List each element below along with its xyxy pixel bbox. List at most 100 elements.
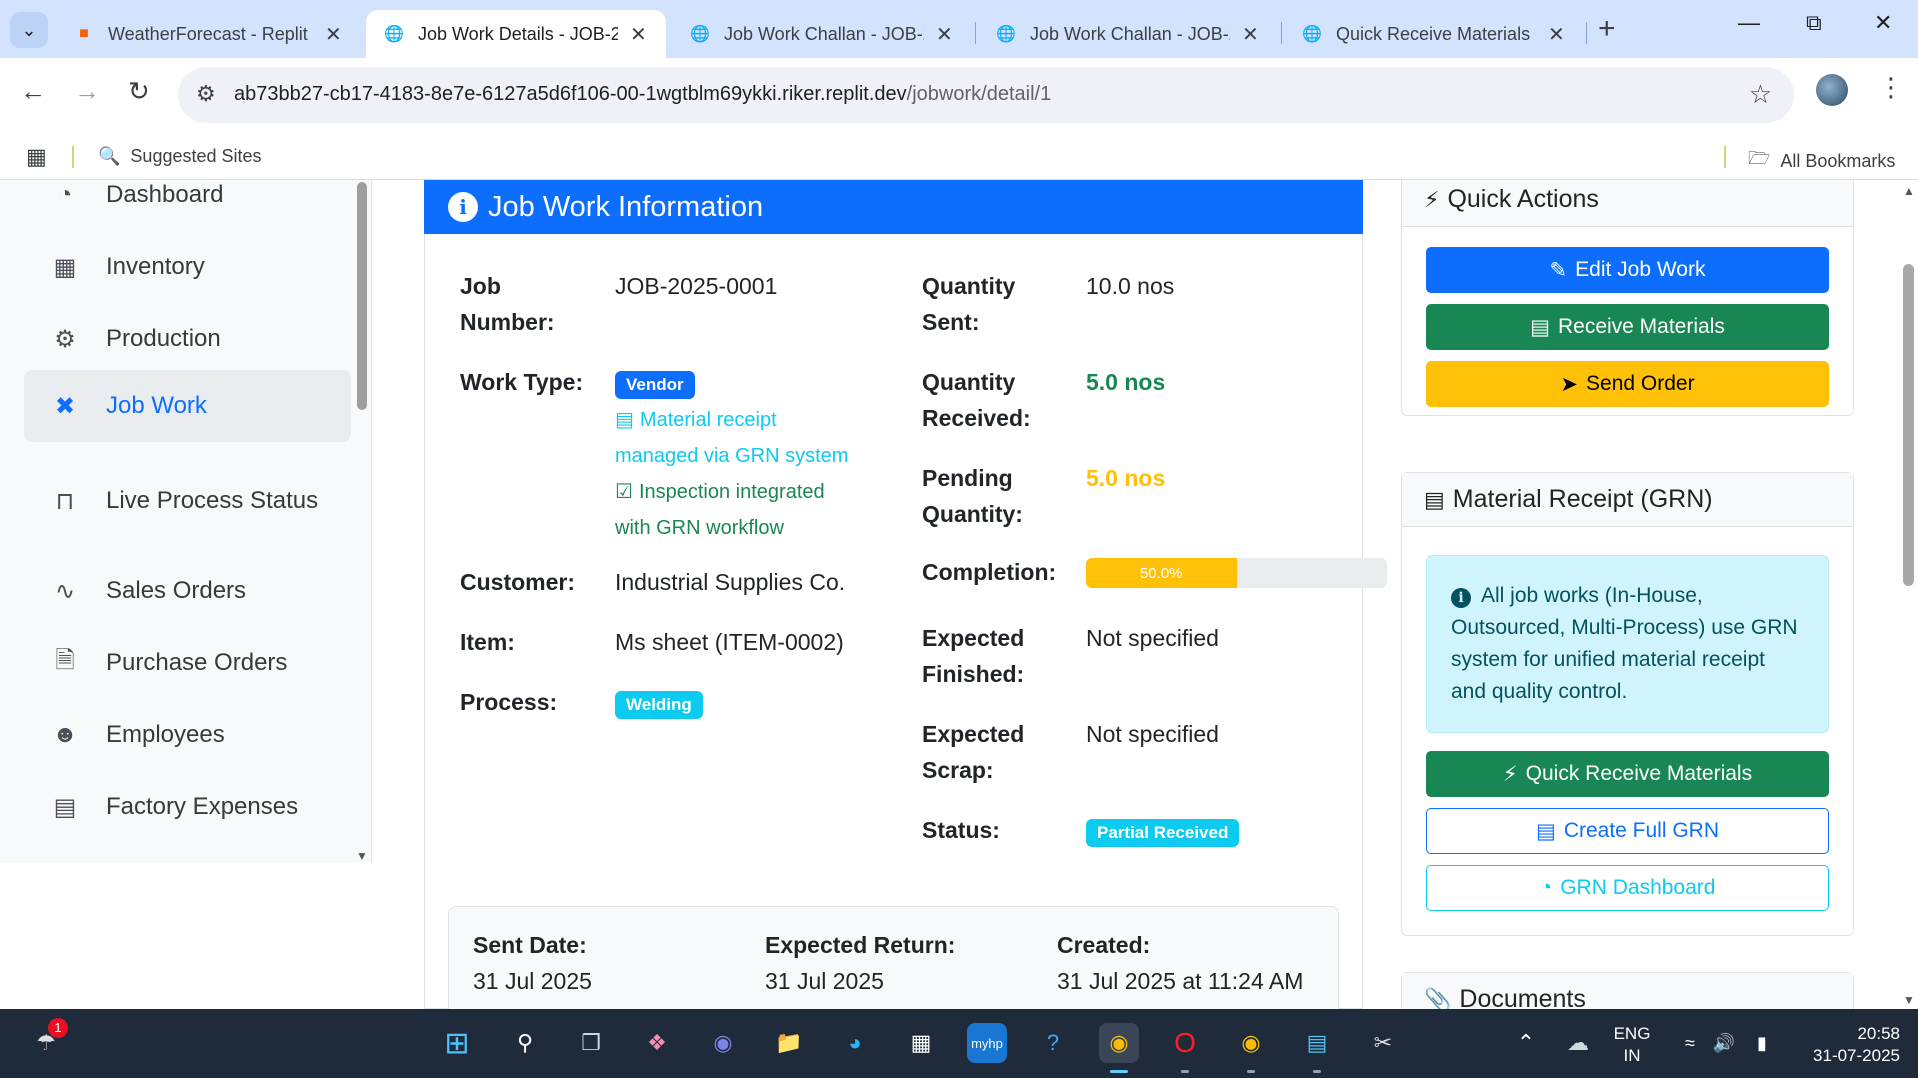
battery-icon[interactable]: ▮ bbox=[1742, 1023, 1782, 1063]
new-tab-button[interactable]: + bbox=[1598, 12, 1616, 46]
sidebar-item-factory-expenses[interactable]: ▤ Factory Expenses bbox=[24, 772, 351, 842]
teams-icon[interactable]: ◉ bbox=[703, 1023, 743, 1063]
restore-button[interactable]: ⧉ bbox=[1806, 10, 1822, 36]
opera-icon[interactable]: O bbox=[1165, 1023, 1205, 1063]
browser-tab[interactable]: 🌐 Job Work Challan - JOB-2 ✕ bbox=[978, 10, 1277, 58]
tab-title: WeatherForecast - Replit bbox=[108, 23, 308, 44]
browser-tab[interactable]: 🌐 Quick Receive Materials - ✕ bbox=[1284, 10, 1583, 58]
sidebar-item-dashboard[interactable]: ◔ Dashboard bbox=[24, 180, 351, 230]
pending-quantity-label: Pending Quantity: bbox=[922, 460, 1023, 532]
page-scrollbar[interactable]: ▲ ▼ bbox=[1899, 180, 1918, 1009]
sidebar-item-production[interactable]: ⚙ Production bbox=[24, 304, 351, 374]
expected-scrap-value: Not specified bbox=[1086, 721, 1219, 747]
vendor-badge: Vendor bbox=[615, 371, 695, 399]
close-window-button[interactable]: ✕ bbox=[1874, 10, 1892, 36]
button-label: Quick Receive Materials bbox=[1525, 762, 1753, 785]
search-icon[interactable]: ⚲ bbox=[505, 1023, 545, 1063]
sidebar-item-job-work[interactable]: ✖ Job Work bbox=[24, 370, 351, 442]
search-icon: 🔍 bbox=[98, 146, 121, 166]
expected-scrap-label: Expected Scrap: bbox=[922, 716, 1024, 788]
lightning-icon: ⚡ bbox=[1502, 762, 1518, 786]
quick-actions-header: ⚡ Quick Actions bbox=[1402, 180, 1853, 227]
task-view-icon[interactable]: ❒ bbox=[571, 1023, 611, 1063]
bookmark-star-icon[interactable]: ☆ bbox=[1749, 79, 1772, 110]
sidebar-scroll-thumb[interactable] bbox=[357, 182, 367, 410]
restore-icon: ⧉ bbox=[1806, 10, 1822, 35]
minimize-button[interactable]: — bbox=[1738, 10, 1760, 36]
profile-avatar[interactable] bbox=[1816, 74, 1848, 106]
item-label: Item: bbox=[460, 629, 515, 655]
onedrive-icon[interactable]: ☁ bbox=[1558, 1023, 1598, 1063]
status-label: Status: bbox=[922, 817, 1000, 843]
site-settings-icon[interactable]: ⚙ bbox=[196, 81, 216, 107]
chevron-up-icon[interactable]: ⌃ bbox=[1506, 1023, 1546, 1063]
help-icon[interactable]: ? bbox=[1033, 1023, 1073, 1063]
all-bookmarks-button[interactable]: 🗁 All Bookmarks bbox=[1748, 146, 1895, 176]
quick-receive-materials-button[interactable]: ⚡ Quick Receive Materials bbox=[1426, 751, 1829, 797]
material-receipt-grn-card: ▤ Material Receipt (GRN) i All job works … bbox=[1401, 472, 1854, 936]
pending-quantity-value: 5.0 nos bbox=[1086, 465, 1166, 491]
sidebar-item-inventory[interactable]: ▦ Inventory bbox=[24, 232, 351, 302]
clock[interactable]: 20:58 31-07-2025 bbox=[1790, 1023, 1900, 1067]
edge-icon[interactable]: ◕ bbox=[835, 1023, 875, 1063]
sidebar-item-employees[interactable]: ☻ Employees bbox=[24, 700, 351, 770]
label-line: Quantity: bbox=[922, 501, 1023, 527]
close-icon[interactable]: ✕ bbox=[325, 22, 342, 47]
edit-icon: ✎ bbox=[1549, 258, 1568, 282]
copilot-icon[interactable]: ❖ bbox=[637, 1023, 677, 1063]
expected-finished-value: Not specified bbox=[1086, 625, 1219, 651]
close-icon[interactable]: ✕ bbox=[936, 22, 953, 47]
page-scroll-thumb[interactable] bbox=[1903, 264, 1914, 586]
notepad-icon[interactable]: ▤ bbox=[1297, 1023, 1337, 1063]
send-order-button[interactable]: ➤ Send Order bbox=[1426, 361, 1829, 407]
completion-progress-bar: 50.0% bbox=[1086, 558, 1387, 588]
sidebar-item-live-process-status[interactable]: ⊓ Live Process Status bbox=[24, 466, 351, 536]
reload-button[interactable]: ↻ bbox=[128, 76, 150, 107]
scroll-down-arrow-icon[interactable]: ▼ bbox=[1903, 993, 1915, 1007]
bookmark-suggested-sites[interactable]: 🔍 Suggested Sites bbox=[98, 146, 262, 167]
grn-dashboard-button[interactable]: ◔ GRN Dashboard bbox=[1426, 865, 1829, 911]
button-label: Create Full GRN bbox=[1563, 819, 1720, 842]
receive-materials-button[interactable]: ▤ Receive Materials bbox=[1426, 304, 1829, 350]
snipping-tool-icon[interactable]: ✂ bbox=[1363, 1023, 1403, 1063]
volume-icon[interactable]: 🔊 bbox=[1704, 1023, 1744, 1063]
windows-start-icon[interactable]: ⊞ bbox=[437, 1023, 477, 1063]
myhp-icon[interactable]: myhp bbox=[967, 1023, 1007, 1063]
browser-menu-button[interactable]: ⋮ bbox=[1878, 72, 1904, 103]
browser-tab-active[interactable]: 🌐 Job Work Details - JOB-2 ✕ bbox=[366, 10, 666, 58]
sidebar-item-sales-orders[interactable]: ∿ Sales Orders bbox=[24, 556, 351, 626]
apps-grid-icon[interactable]: ▦ bbox=[26, 144, 47, 170]
close-icon[interactable]: ✕ bbox=[1242, 22, 1259, 47]
process-badge: Welding bbox=[615, 691, 703, 719]
browser-tab-strip: ⌄ ■ WeatherForecast - Replit ✕ 🌐 Job Wor… bbox=[0, 0, 1918, 58]
edit-job-work-button[interactable]: ✎ Edit Job Work bbox=[1426, 247, 1829, 293]
file-explorer-icon[interactable]: 📁 bbox=[769, 1023, 809, 1063]
microsoft-store-icon[interactable]: ▦ bbox=[901, 1023, 941, 1063]
forward-button[interactable]: → bbox=[74, 76, 100, 107]
info-icon: i bbox=[1451, 588, 1471, 608]
address-bar[interactable]: ⚙ ab73bb27-cb17-4183-8e7e-6127a5d6f106-0… bbox=[178, 67, 1794, 123]
paperclip-icon: 📎 bbox=[1424, 986, 1452, 1010]
close-icon[interactable]: ✕ bbox=[630, 22, 647, 47]
create-full-grn-button[interactable]: ▤ Create Full GRN bbox=[1426, 808, 1829, 854]
chrome-icon[interactable]: ◉ bbox=[1231, 1023, 1271, 1063]
back-button[interactable]: ← bbox=[20, 76, 46, 107]
scroll-up-arrow-icon[interactable]: ▲ bbox=[1903, 184, 1915, 198]
chrome-icon[interactable]: ◉ bbox=[1099, 1023, 1139, 1063]
browser-tab[interactable]: ■ WeatherForecast - Replit ✕ bbox=[56, 10, 360, 58]
quick-actions-card: ⚡ Quick Actions ✎ Edit Job Work ▤ Receiv… bbox=[1401, 180, 1854, 416]
sidebar-item-label: Job Work bbox=[106, 392, 207, 419]
info-icon: i bbox=[448, 192, 478, 222]
close-icon[interactable]: ✕ bbox=[1548, 22, 1565, 47]
browser-tab[interactable]: 🌐 Job Work Challan - JOB-2 ✕ bbox=[672, 10, 971, 58]
minimize-icon: — bbox=[1738, 10, 1760, 35]
language-indicator[interactable]: ENG IN bbox=[1604, 1023, 1660, 1067]
tab-search-button[interactable]: ⌄ bbox=[10, 12, 48, 48]
chart-line-icon: ∿ bbox=[54, 577, 76, 605]
scroll-down-arrow-icon[interactable]: ▼ bbox=[356, 849, 368, 863]
url-text[interactable]: ab73bb27-cb17-4183-8e7e-6127a5d6f106-00-… bbox=[234, 83, 1051, 106]
sidebar-scrollbar[interactable]: ▼ bbox=[355, 180, 369, 863]
globe-icon: 🌐 bbox=[690, 26, 710, 43]
sidebar-item-purchase-orders[interactable]: 🗎 Purchase Orders bbox=[24, 628, 351, 698]
completion-label: Completion: bbox=[922, 559, 1057, 585]
